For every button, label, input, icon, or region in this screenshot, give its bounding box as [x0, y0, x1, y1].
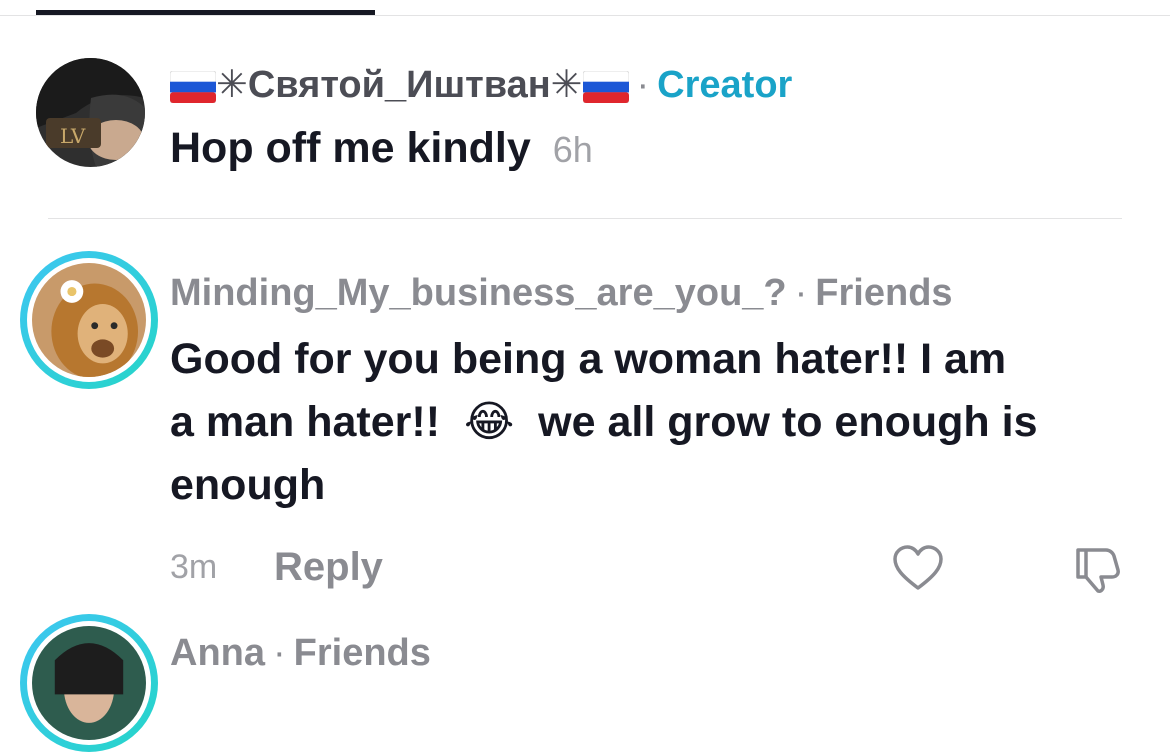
avatar[interactable]: LV [36, 58, 145, 167]
separator-dot: · [273, 632, 286, 674]
comment-body: Hop off me kindly [170, 124, 531, 172]
comment-header: Minding_My_business_are_you_? · Friends [170, 274, 953, 312]
heart-icon[interactable] [892, 544, 944, 592]
svg-text:LV: LV [60, 124, 86, 148]
avatar-story-ring[interactable] [20, 251, 158, 389]
russia-flag-icon [170, 70, 216, 103]
creator-badge: Creator [657, 64, 793, 106]
comment-divider [48, 218, 1122, 219]
comment-header: Anna · Friends [170, 634, 431, 672]
avatar [32, 626, 146, 740]
comment-line: Good for you being a woman hater!! I am [170, 335, 1007, 383]
avatar-image [32, 263, 146, 377]
comment-header: ✳Святой_Иштван✳ · Creator [170, 66, 792, 104]
avatar [32, 263, 146, 377]
avatar-image [32, 626, 146, 740]
comment-text: Good for you being a woman hater!! I am … [170, 328, 1140, 517]
friends-badge: Friends [293, 632, 431, 674]
dislike-icon[interactable] [1072, 544, 1124, 594]
header-divider [0, 15, 1170, 16]
comment-line: a man hater!! 😂 we all grow to enough is [170, 391, 1140, 454]
comment-line-part: we all grow to enough is [538, 398, 1038, 446]
avatar-story-ring[interactable] [20, 614, 158, 752]
comment-timestamp: 3m [170, 548, 218, 586]
comment-text: Hop off me kindly 6h [170, 117, 593, 181]
comment-line-part: a man hater!! [170, 398, 441, 446]
comment-timestamp: 6h [552, 129, 593, 170]
reply-button[interactable]: Reply [274, 545, 383, 590]
comment-username[interactable]: Minding_My_business_are_you_? [170, 272, 787, 314]
comment-username[interactable]: Anna [170, 632, 265, 674]
separator-dot: · [636, 64, 650, 106]
comment-username[interactable]: ✳Святой_Иштван✳ [216, 64, 583, 106]
friends-badge: Friends [815, 272, 953, 314]
laughing-emoji-icon: 😂 [463, 397, 515, 447]
avatar-image: LV [36, 58, 145, 167]
russia-flag-icon [582, 70, 629, 103]
separator-dot: · [794, 272, 808, 314]
comment-line: enough [170, 461, 326, 509]
